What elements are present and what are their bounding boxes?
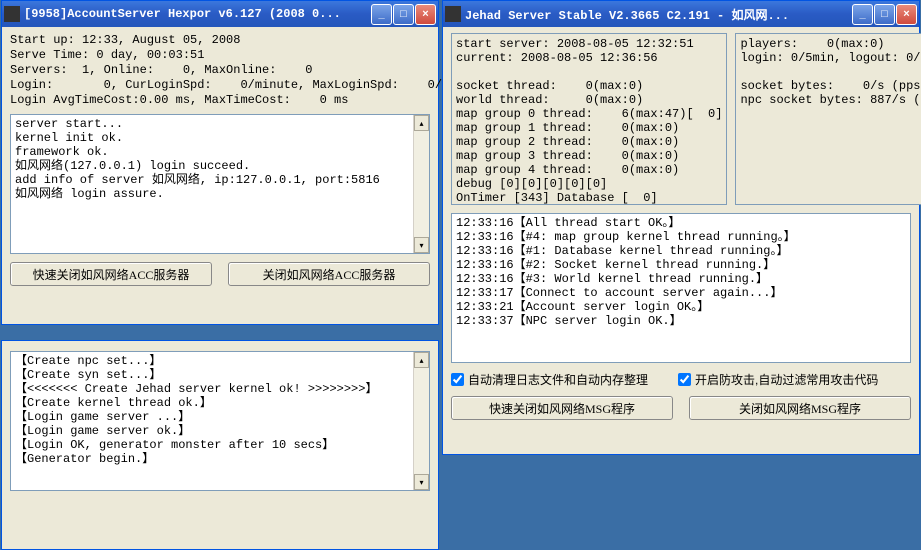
log-panel: 【Create npc set...】 【Create syn set...】 … bbox=[10, 351, 430, 491]
window-jehad-server: Jehad Server Stable V2.3665 C2.191 - 如风网… bbox=[442, 0, 920, 455]
scrollbar[interactable]: ▴ ▾ bbox=[413, 115, 429, 253]
checkbox-input[interactable] bbox=[678, 373, 691, 386]
window-title: [9958]AccountServer Hexpor v6.127 (2008 … bbox=[24, 7, 371, 21]
log-text: 【Create npc set...】 【Create syn set...】 … bbox=[11, 352, 413, 490]
checkbox-label: 开启防攻击,自动过滤常用攻击代码 bbox=[695, 371, 878, 388]
app-icon bbox=[4, 6, 20, 22]
event-log: 12:33:16【All thread start OK。】 12:33:16【… bbox=[451, 213, 911, 363]
scroll-up-icon[interactable]: ▴ bbox=[414, 115, 429, 131]
close-msg-button[interactable]: 关闭如风网络MSG程序 bbox=[689, 396, 911, 420]
app-icon bbox=[445, 6, 461, 22]
stats-text: Start up: 12:33, August 05, 2008 Serve T… bbox=[10, 33, 430, 108]
titlebar[interactable]: [9958]AccountServer Hexpor v6.127 (2008 … bbox=[2, 1, 438, 27]
minimize-button[interactable]: _ bbox=[852, 4, 873, 25]
fast-close-msg-button[interactable]: 快速关闭如风网络MSG程序 bbox=[451, 396, 673, 420]
log-panel: server start... kernel init ok. framewor… bbox=[10, 114, 430, 254]
close-button[interactable]: × bbox=[415, 4, 436, 25]
maximize-button[interactable]: □ bbox=[874, 4, 895, 25]
titlebar[interactable]: Jehad Server Stable V2.3665 C2.191 - 如风网… bbox=[443, 1, 919, 27]
scroll-down-icon[interactable]: ▾ bbox=[414, 474, 429, 490]
checkbox-auto-clean[interactable]: 自动清理日志文件和自动内存整理 bbox=[451, 371, 648, 388]
scrollbar[interactable]: ▴ ▾ bbox=[413, 352, 429, 490]
close-acc-button[interactable]: 关闭如风网络ACC服务器 bbox=[228, 262, 430, 286]
log-text: server start... kernel init ok. framewor… bbox=[11, 115, 413, 253]
window-gameserver-log: 【Create npc set...】 【Create syn set...】 … bbox=[1, 340, 439, 550]
maximize-button[interactable]: □ bbox=[393, 4, 414, 25]
close-button[interactable]: × bbox=[896, 4, 917, 25]
scroll-up-icon[interactable]: ▴ bbox=[414, 352, 429, 368]
window-title: Jehad Server Stable V2.3665 C2.191 - 如风网… bbox=[465, 6, 852, 23]
left-stats-panel: start server: 2008-08-05 12:32:51 curren… bbox=[451, 33, 727, 205]
window-accountserver: [9958]AccountServer Hexpor v6.127 (2008 … bbox=[1, 0, 439, 325]
checkbox-input[interactable] bbox=[451, 373, 464, 386]
checkbox-anti-attack[interactable]: 开启防攻击,自动过滤常用攻击代码 bbox=[678, 371, 878, 388]
right-stats-panel: players: 0(max:0) login: 0/5min, logout:… bbox=[735, 33, 921, 205]
scroll-down-icon[interactable]: ▾ bbox=[414, 237, 429, 253]
minimize-button[interactable]: _ bbox=[371, 4, 392, 25]
fast-close-acc-button[interactable]: 快速关闭如风网络ACC服务器 bbox=[10, 262, 212, 286]
checkbox-label: 自动清理日志文件和自动内存整理 bbox=[468, 371, 648, 388]
